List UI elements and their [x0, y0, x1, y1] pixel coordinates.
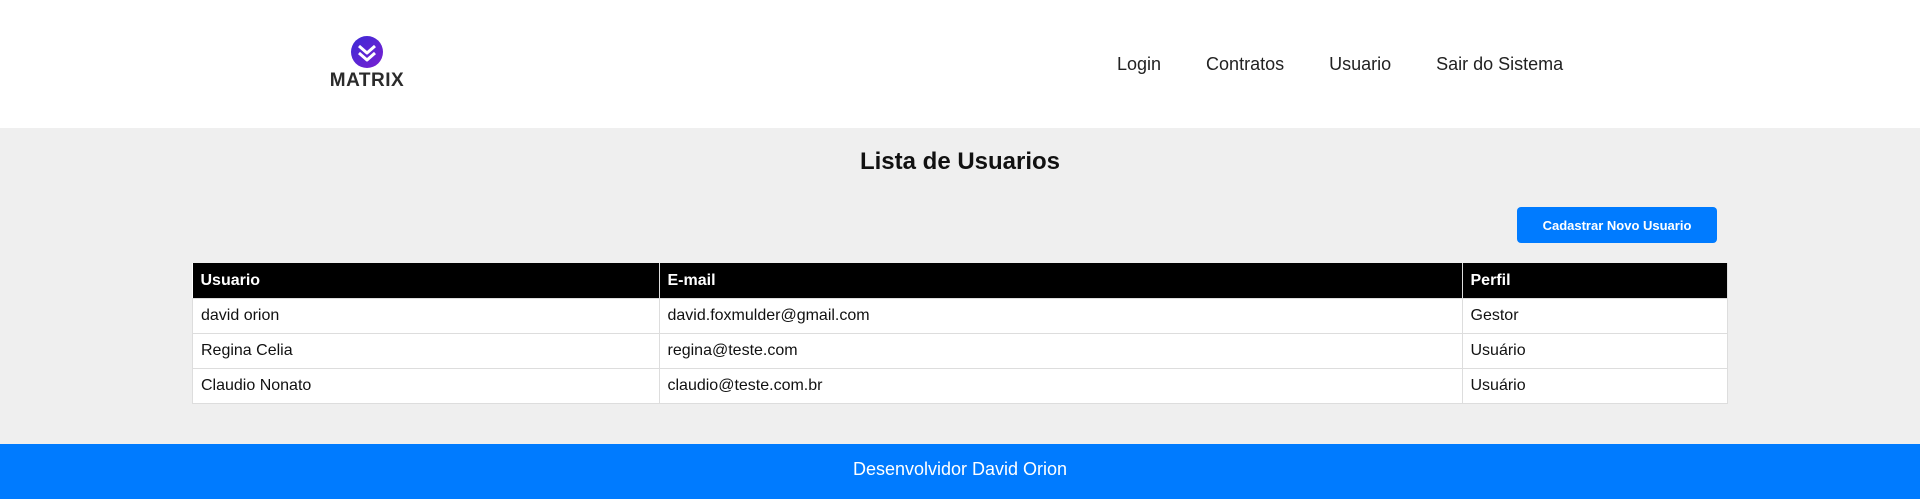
cell-usuario: Regina Celia	[192, 333, 660, 369]
users-table: Usuario E-mail Perfil david orion david.…	[192, 263, 1728, 404]
cell-email: claudio@teste.com.br	[658, 368, 1463, 404]
column-header-perfil: Perfil	[1462, 263, 1728, 299]
footer-text: Desenvolvidor David Orion	[852, 459, 1068, 479]
column-header-usuario: Usuario	[192, 263, 660, 299]
nav-sair-do-sistema[interactable]: Sair do Sistema	[1436, 52, 1563, 76]
nav-login[interactable]: Login	[1117, 52, 1161, 76]
cadastrar-novo-usuario-button[interactable]: Cadastrar Novo Usuario	[1517, 207, 1717, 243]
column-header-email: E-mail	[659, 263, 1463, 299]
main-nav: Login Contratos Usuario Sair do Sistema	[1117, 52, 1608, 76]
nav-contratos[interactable]: Contratos	[1206, 52, 1284, 76]
matrix-logo[interactable]: MATRIX	[328, 36, 406, 92]
table-row[interactable]: david orion david.foxmulder@gmail.com Ge…	[192, 298, 1728, 334]
cell-perfil: Usuário	[1461, 333, 1728, 369]
cell-email: david.foxmulder@gmail.com	[658, 298, 1463, 334]
table-row[interactable]: Regina Celia regina@teste.com Usuário	[192, 333, 1728, 369]
table-row[interactable]: Claudio Nonato claudio@teste.com.br Usuá…	[192, 368, 1728, 404]
main-content: Lista de Usuarios Cadastrar Novo Usuario…	[0, 128, 1920, 444]
cell-usuario: david orion	[192, 298, 660, 334]
logo-text: MATRIX	[329, 70, 405, 91]
footer: Desenvolvidor David Orion	[0, 444, 1920, 499]
cell-perfil: Gestor	[1461, 298, 1728, 334]
header: MATRIX Login Contratos Usuario Sair do S…	[0, 0, 1920, 128]
cell-perfil: Usuário	[1461, 368, 1728, 404]
cell-usuario: Claudio Nonato	[192, 368, 660, 404]
page-title: Lista de Usuarios	[859, 148, 1061, 175]
cell-email: regina@teste.com	[658, 333, 1463, 369]
nav-usuario[interactable]: Usuario	[1329, 52, 1391, 76]
matrix-chevron-logo-icon	[351, 36, 383, 68]
table-header-row: Usuario E-mail Perfil	[192, 263, 1728, 299]
